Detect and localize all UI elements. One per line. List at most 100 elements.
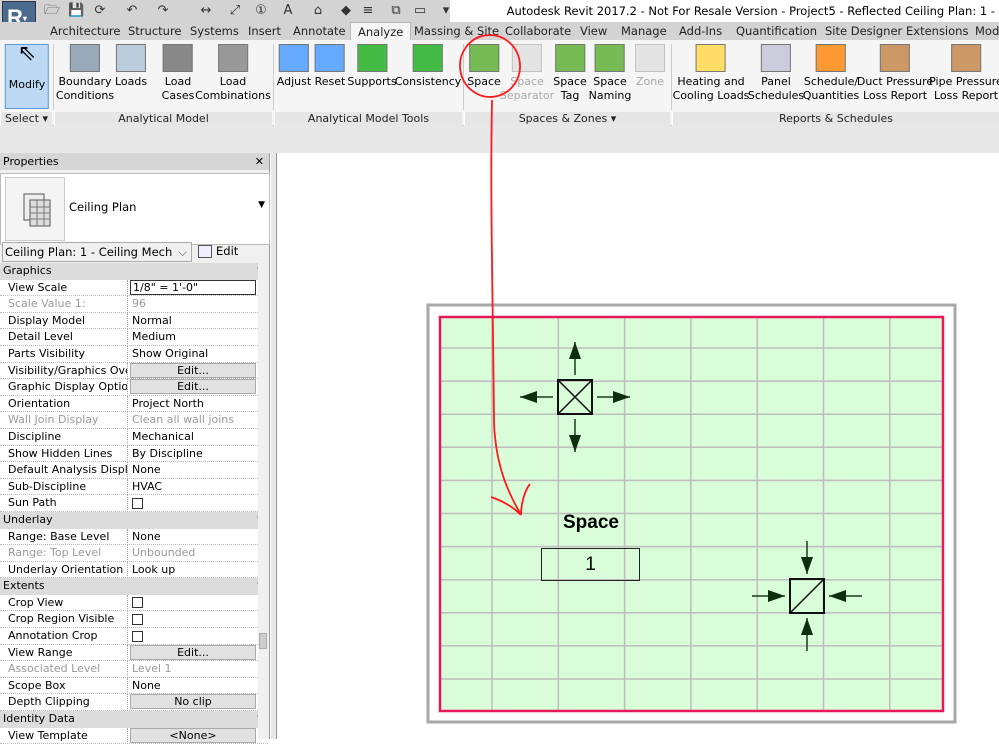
property-row: Sub-Discipline HVAC bbox=[0, 478, 268, 496]
loads-button[interactable]: Loads bbox=[115, 44, 147, 89]
section-icon[interactable]: ◆ bbox=[338, 3, 354, 18]
edit-button[interactable]: <None> bbox=[130, 727, 256, 743]
open-icon[interactable]: 🗁 bbox=[44, 3, 60, 18]
tab-add-ins[interactable]: Add-Ins bbox=[679, 22, 722, 40]
property-value[interactable]: By Discipline bbox=[130, 446, 256, 463]
edit-type-button[interactable]: Edit Type bbox=[196, 242, 266, 276]
zone-icon bbox=[635, 44, 665, 72]
section-header[interactable]: Graphics⌃ bbox=[0, 263, 268, 280]
tab-view[interactable]: View bbox=[580, 22, 607, 40]
space-tag-number[interactable]: 1 bbox=[541, 548, 640, 581]
property-row: View Scale 1/8" = 1'-0" bbox=[0, 279, 268, 297]
space-separator-button[interactable]: Space Separator bbox=[500, 44, 554, 102]
property-value[interactable]: None bbox=[130, 529, 256, 546]
property-value[interactable]: None bbox=[130, 678, 256, 695]
property-row: Annotation Crop bbox=[0, 628, 268, 645]
undo-icon[interactable]: ↶ bbox=[124, 3, 140, 18]
section-title: Identity Data bbox=[3, 712, 75, 726]
load-combinations-button[interactable]: Load Combinations bbox=[195, 44, 271, 102]
duct-pressure-loss-report-button[interactable]: Duct Pressure Loss Report bbox=[857, 44, 933, 102]
edit-button[interactable]: Edit... bbox=[130, 379, 256, 395]
section-header[interactable]: Underlay⌃ bbox=[0, 511, 268, 529]
adjust-button[interactable]: Adjust bbox=[277, 44, 311, 89]
close-icon[interactable]: ✕ bbox=[255, 153, 264, 170]
property-value[interactable]: Normal bbox=[130, 313, 256, 330]
section-header[interactable]: Identity Data⌃ bbox=[0, 711, 268, 728]
tab-insert[interactable]: Insert bbox=[248, 22, 281, 40]
edit-button[interactable]: Edit... bbox=[130, 644, 256, 660]
tab-systems[interactable]: Systems bbox=[190, 22, 239, 40]
button-label: Separator bbox=[499, 88, 555, 102]
dropdown-arrow-icon[interactable]: ▼ bbox=[258, 200, 265, 210]
edit-button[interactable]: Edit... bbox=[130, 362, 256, 378]
load-cases-button[interactable]: Load Cases bbox=[162, 44, 194, 102]
property-value[interactable]: Look up bbox=[130, 562, 256, 579]
3d-view-icon[interactable]: ⌂ bbox=[310, 3, 326, 18]
type-selector[interactable]: Ceiling Plan ▼ bbox=[0, 173, 270, 245]
heating-and-cooling-loads-button[interactable]: Heating and Cooling Loads bbox=[673, 44, 749, 102]
tab-analyze[interactable]: Analyze bbox=[350, 22, 412, 40]
consistency-button[interactable]: Consistency bbox=[395, 44, 461, 89]
modify-button[interactable]: ⇖ Modify bbox=[4, 43, 50, 109]
tab-quantification[interactable]: Quantification bbox=[736, 22, 817, 40]
drawing-canvas[interactable] bbox=[276, 153, 999, 739]
space-button[interactable]: Space bbox=[467, 44, 501, 89]
tab-architecture[interactable]: Architecture bbox=[50, 22, 120, 40]
tab-mod[interactable]: Mod bbox=[975, 22, 999, 40]
text-icon[interactable]: A bbox=[280, 3, 296, 18]
property-value[interactable]: HVAC bbox=[130, 479, 256, 496]
tab-collaborate[interactable]: Collaborate bbox=[505, 22, 571, 40]
tag-icon[interactable]: ① bbox=[253, 3, 269, 18]
panel-label[interactable]: Analytical Model Tools bbox=[274, 112, 462, 126]
checkbox[interactable] bbox=[132, 613, 143, 625]
space-tag-button[interactable]: Space Tag bbox=[553, 44, 587, 102]
button-label: Quantities bbox=[802, 88, 860, 102]
switch-windows-icon[interactable]: ▭ bbox=[412, 3, 428, 18]
property-value[interactable]: Project North bbox=[130, 396, 256, 413]
panel-label[interactable]: Analytical Model bbox=[54, 112, 272, 126]
tab-site-designer[interactable]: Site Designer bbox=[825, 22, 902, 40]
supports-button[interactable]: Supports bbox=[347, 44, 397, 89]
sync-icon[interactable]: ⟳ bbox=[92, 3, 108, 18]
tab-annotate[interactable]: Annotate bbox=[293, 22, 346, 40]
panel-label[interactable]: Spaces & Zones ▾ bbox=[464, 112, 670, 126]
property-checkbox-cell bbox=[130, 628, 256, 645]
schedule-quantities-button[interactable]: Schedule/Quantities bbox=[802, 44, 860, 102]
instance-filter-dropdown[interactable]: Ceiling Plan: 1 - Ceiling Mech ⌵ bbox=[2, 242, 192, 262]
tab-extensions[interactable]: Extensions bbox=[906, 22, 968, 40]
space-naming-button[interactable]: Space Naming bbox=[589, 44, 631, 102]
property-value[interactable]: Medium bbox=[130, 329, 256, 346]
button-label: Adjust bbox=[276, 75, 312, 88]
thin-lines-icon[interactable]: ≡ bbox=[360, 3, 376, 18]
property-value[interactable]: None bbox=[130, 462, 256, 479]
scrollbar-thumb[interactable] bbox=[259, 633, 267, 649]
redo-icon[interactable]: ↷ bbox=[155, 3, 171, 18]
save-icon[interactable]: 💾 bbox=[68, 3, 84, 18]
panel-schedules-button[interactable]: Panel Schedules bbox=[748, 44, 804, 102]
property-value[interactable]: Show Original bbox=[130, 346, 256, 363]
checkbox[interactable] bbox=[132, 597, 143, 609]
boundary-conditions-button[interactable]: Boundary Conditions bbox=[56, 44, 114, 102]
tab-massing-site[interactable]: Massing & Site bbox=[414, 22, 499, 40]
button-label: Space bbox=[510, 75, 544, 88]
property-value[interactable]: Mechanical bbox=[130, 429, 256, 446]
button-label: Pipe Pressure bbox=[929, 75, 999, 88]
tab-structure[interactable]: Structure bbox=[128, 22, 182, 40]
checkbox[interactable] bbox=[132, 630, 143, 642]
close-hidden-icon[interactable]: ⧉ bbox=[388, 3, 404, 18]
tab-manage[interactable]: Manage bbox=[621, 22, 667, 40]
panel-label[interactable]: Reports & Schedules bbox=[672, 112, 999, 126]
reset-button[interactable]: Reset bbox=[315, 44, 345, 89]
property-label: Discipline bbox=[8, 428, 128, 446]
dimension-icon[interactable]: ⤢ bbox=[227, 3, 243, 18]
measure-icon[interactable]: ↔ bbox=[198, 3, 214, 18]
panel-label[interactable]: Select ▾ bbox=[0, 112, 52, 126]
section-header[interactable]: Extents⌃ bbox=[0, 578, 268, 595]
pipe-pressure-loss-report-button[interactable]: Pipe Pressure Loss Report bbox=[929, 44, 999, 102]
zone-button[interactable]: Zone bbox=[635, 44, 665, 89]
checkbox[interactable] bbox=[132, 497, 143, 509]
property-value[interactable]: 1/8" = 1'-0" bbox=[130, 279, 256, 295]
space-tag-name[interactable]: Space bbox=[541, 512, 641, 534]
edit-button[interactable]: No clip bbox=[130, 694, 256, 710]
properties-scrollbar[interactable] bbox=[258, 263, 268, 739]
